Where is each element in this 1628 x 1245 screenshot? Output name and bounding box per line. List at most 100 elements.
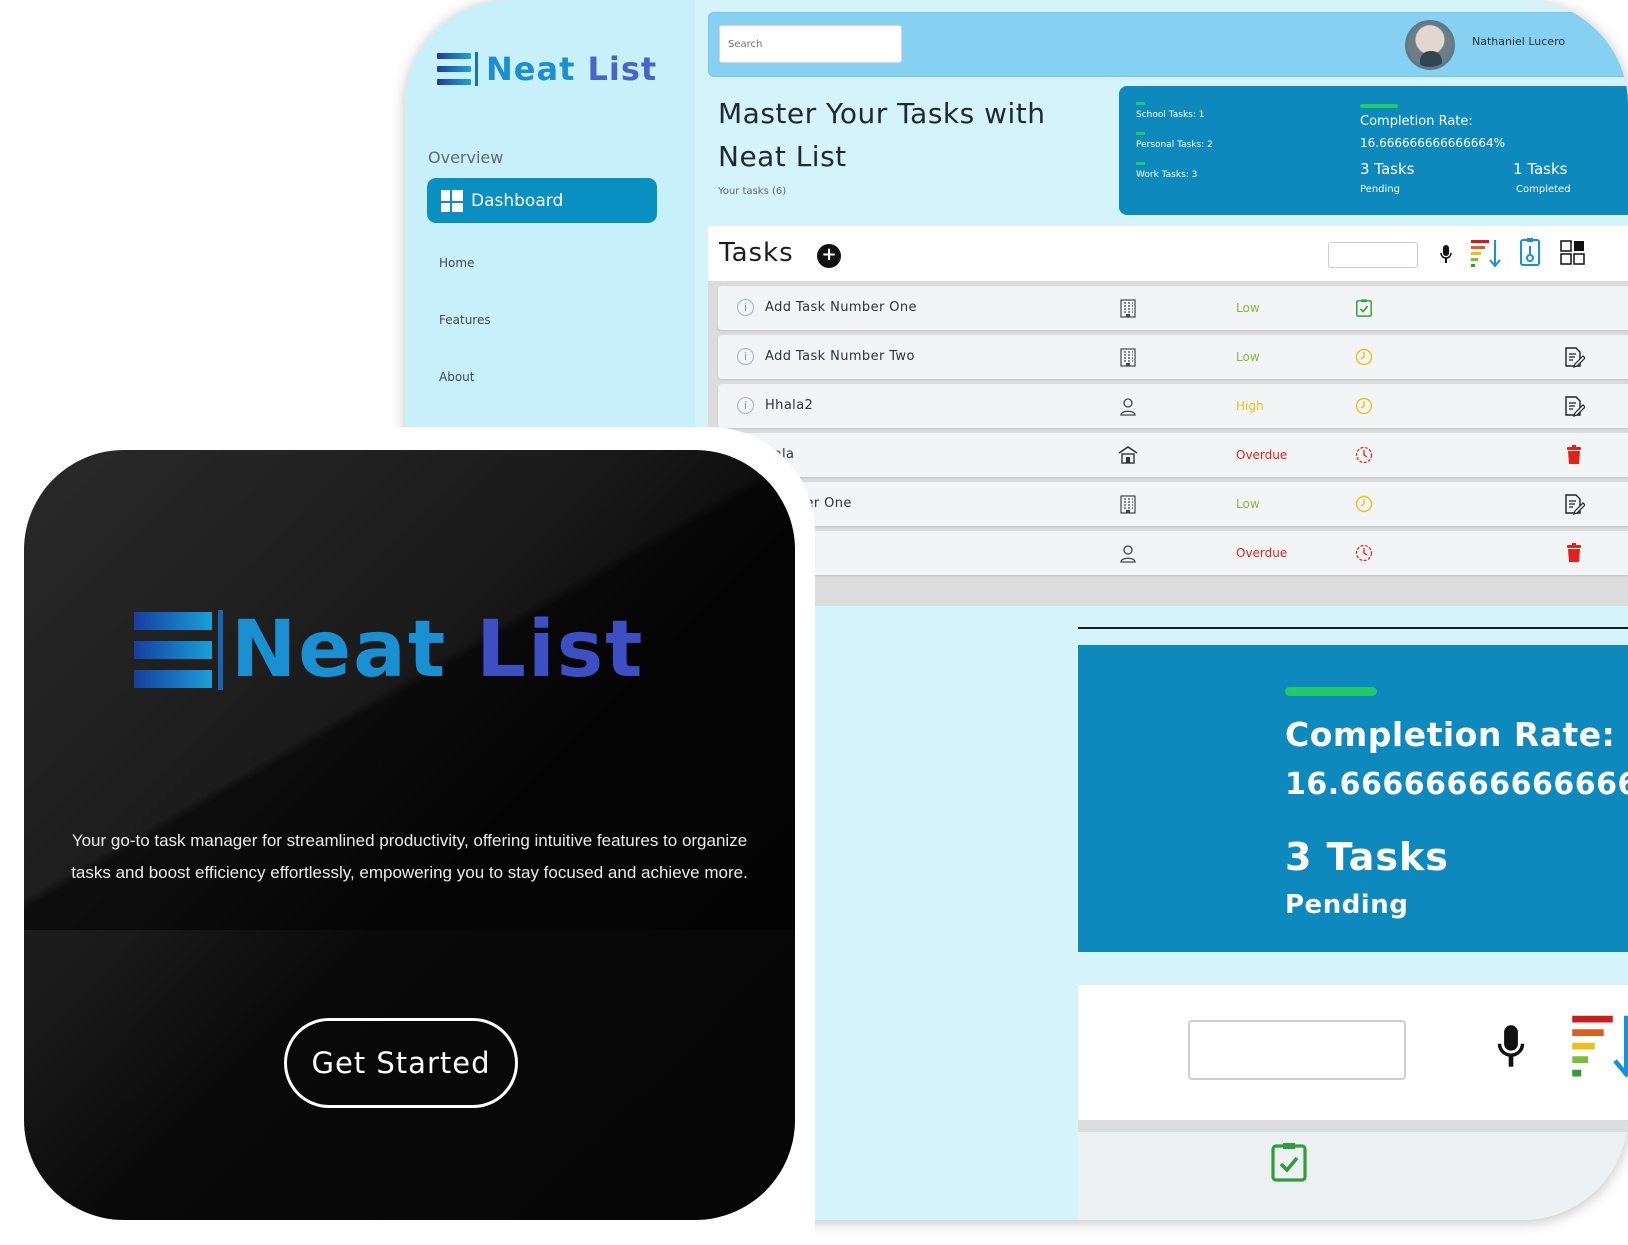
grid-view-icon[interactable] bbox=[1560, 240, 1586, 266]
sort-priority-icon[interactable] bbox=[1570, 1011, 1628, 1079]
sidebar-section-label: Overview bbox=[428, 148, 504, 167]
completed-clipboard-icon bbox=[1271, 1143, 1307, 1182]
priority-label: Low bbox=[1236, 301, 1260, 315]
edit-icon[interactable] bbox=[1563, 346, 1586, 368]
tasks-title: Tasks bbox=[719, 238, 794, 268]
dashboard-icon bbox=[441, 189, 463, 212]
microphone-icon[interactable] bbox=[1496, 1023, 1526, 1069]
brand-name-part1: Neat bbox=[486, 50, 576, 88]
tasks-toolbar-zoomed bbox=[1078, 985, 1628, 1120]
completion-progress-bar bbox=[1360, 104, 1398, 108]
trash-icon[interactable] bbox=[1563, 542, 1585, 564]
task-list-zoomed bbox=[1078, 1120, 1628, 1220]
landing-logo: Neat List bbox=[134, 605, 644, 695]
stats-card: School Tasks: 1 Personal Tasks: 2 Work T… bbox=[1119, 86, 1628, 215]
trash-icon[interactable] bbox=[1563, 444, 1585, 466]
table-row[interactable]: i Hhala2 High bbox=[718, 384, 1628, 428]
filter-input[interactable] bbox=[1328, 242, 1418, 268]
completion-progress-bar bbox=[1285, 687, 1377, 696]
logo-bars-icon bbox=[437, 53, 471, 85]
stat-marker bbox=[1136, 132, 1145, 135]
pending-count: 3 Tasks bbox=[1360, 160, 1415, 178]
pending-clock-icon[interactable] bbox=[1355, 348, 1373, 366]
office-building-icon bbox=[1118, 347, 1138, 367]
search-input[interactable] bbox=[719, 25, 902, 63]
sidebar-item-about[interactable]: About bbox=[439, 370, 474, 384]
completion-rate-value: 16.666666666666664% bbox=[1360, 136, 1506, 150]
priority-label: Low bbox=[1236, 497, 1260, 511]
tasks-panel: Tasks + i Add Task Number One Low i Add Task… bbox=[708, 226, 1628, 606]
get-started-button[interactable]: Get Started bbox=[284, 1018, 518, 1108]
brand-name-part2: List bbox=[587, 50, 658, 88]
info-icon[interactable]: i bbox=[737, 299, 754, 316]
divider bbox=[1078, 627, 1628, 629]
completion-rate-label: Completion Rate: bbox=[1285, 715, 1616, 754]
task-name: Add Task Number Two bbox=[765, 349, 915, 364]
sidebar-item-features[interactable]: Features bbox=[439, 313, 491, 327]
sidebar-item-dashboard[interactable]: Dashboard bbox=[427, 178, 657, 223]
stats-card-zoomed: Completion Rate: 16.666666666666664% 3 T… bbox=[1078, 645, 1628, 952]
sort-priority-icon[interactable] bbox=[1470, 238, 1502, 268]
landing-brand-part1: Neat bbox=[231, 605, 448, 695]
logo-separator bbox=[475, 52, 478, 86]
landing-screenshot: Neat List Your go-to task manager for st… bbox=[24, 450, 795, 1220]
edit-icon[interactable] bbox=[1563, 493, 1586, 515]
completion-rate-label: Completion Rate: bbox=[1360, 114, 1473, 129]
stat-work: Work Tasks: 3 bbox=[1136, 170, 1198, 180]
stat-personal: Personal Tasks: 2 bbox=[1136, 140, 1213, 150]
person-icon bbox=[1118, 543, 1138, 563]
school-icon bbox=[1118, 445, 1138, 465]
completed-label: Completed bbox=[1516, 184, 1571, 195]
edit-icon[interactable] bbox=[1563, 395, 1586, 417]
pending-clock-icon[interactable] bbox=[1355, 397, 1373, 415]
info-icon[interactable]: i bbox=[737, 397, 754, 414]
completion-rate-value: 16.666666666666664% bbox=[1285, 767, 1628, 802]
office-building-icon bbox=[1118, 494, 1138, 514]
clipboard-zip-icon[interactable] bbox=[1520, 238, 1540, 266]
task-count-label: Your tasks (6) bbox=[718, 186, 787, 197]
top-bar: Nathaniel Lucero bbox=[708, 12, 1628, 77]
task-name: Add Task Number One bbox=[765, 300, 917, 315]
page-title-line1: Master Your Tasks with bbox=[718, 97, 1046, 130]
list-item[interactable] bbox=[1078, 1132, 1628, 1220]
pending-clock-icon[interactable] bbox=[1355, 495, 1373, 513]
sidebar-item-label: Dashboard bbox=[471, 190, 564, 211]
filter-input[interactable] bbox=[1188, 1020, 1406, 1080]
stat-marker bbox=[1136, 102, 1145, 105]
office-building-icon bbox=[1118, 298, 1138, 318]
tasks-toolbar: Tasks + bbox=[708, 226, 1628, 281]
table-row[interactable]: i Add Task Number Two Low bbox=[718, 335, 1628, 379]
pending-label: Pending bbox=[1360, 184, 1400, 195]
completed-clipboard-icon[interactable] bbox=[1355, 299, 1373, 317]
info-icon[interactable]: i bbox=[737, 348, 754, 365]
priority-label: Low bbox=[1236, 350, 1260, 364]
avatar[interactable] bbox=[1405, 20, 1455, 70]
completed-count: 1 Tasks bbox=[1513, 160, 1568, 178]
table-row[interactable]: ihalaOverdue bbox=[718, 433, 1628, 477]
username: Nathaniel Lucero bbox=[1472, 35, 1566, 48]
microphone-icon[interactable] bbox=[1440, 244, 1452, 264]
priority-label: Overdue bbox=[1236, 448, 1288, 462]
priority-label: High bbox=[1236, 399, 1264, 413]
page-title-line2: Neat List bbox=[718, 140, 847, 173]
landing-brand-part2: List bbox=[476, 605, 645, 695]
main-content: Nathaniel Lucero Master Your Tasks with … bbox=[695, 0, 1628, 1220]
add-task-button[interactable]: + bbox=[817, 244, 841, 268]
stat-marker bbox=[1136, 162, 1145, 165]
landing-brand-name: Neat List bbox=[231, 605, 644, 695]
sidebar-item-home[interactable]: Home bbox=[439, 256, 474, 270]
person-icon bbox=[1118, 396, 1138, 416]
brand-logo[interactable]: Neat List bbox=[437, 50, 657, 88]
pending-count: 3 Tasks bbox=[1285, 835, 1449, 879]
landing-description: Your go-to task manager for streamlined … bbox=[71, 831, 748, 882]
overdue-clock-icon[interactable] bbox=[1355, 446, 1373, 464]
table-row[interactable]: iOverdue bbox=[718, 531, 1628, 575]
pending-label: Pending bbox=[1285, 890, 1409, 920]
overdue-clock-icon[interactable] bbox=[1355, 544, 1373, 562]
table-row[interactable]: iNumber OneLow bbox=[718, 482, 1628, 526]
priority-label: Overdue bbox=[1236, 546, 1288, 560]
stat-school: School Tasks: 1 bbox=[1136, 110, 1205, 120]
table-row[interactable]: i Add Task Number One Low bbox=[718, 286, 1628, 330]
task-name: Hhala2 bbox=[765, 398, 814, 413]
logo-bars-icon bbox=[134, 612, 212, 688]
